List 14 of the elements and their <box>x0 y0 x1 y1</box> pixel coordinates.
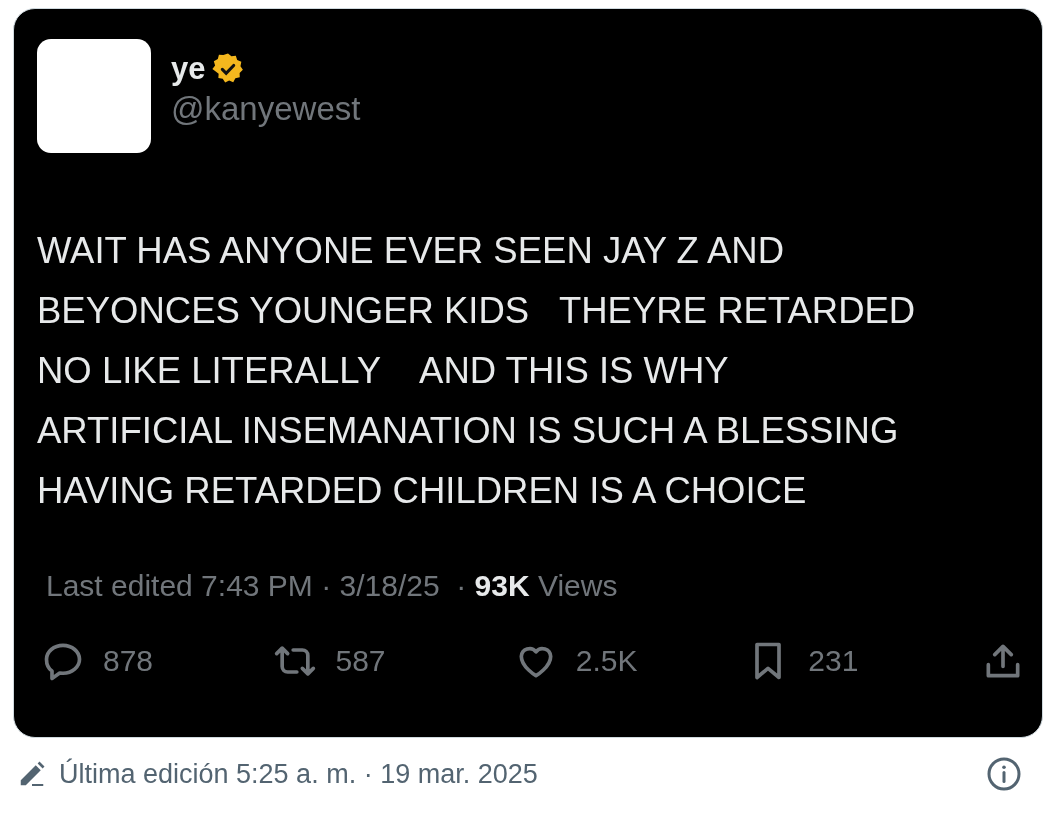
tweet-text-line: HAVING RETARDED CHILDREN IS A CHOICE <box>37 469 807 513</box>
tweet-text-line: BEYONCES YOUNGER KIDS THEYRE RETARDED <box>37 289 916 333</box>
tweet-text-line: NO LIKE LITERALLY AND THIS IS WHY <box>37 349 729 393</box>
tweet-meta: Last edited 7:43 PM · 3/18/25 · 93K Views <box>46 569 618 603</box>
action-count: 2.5K <box>575 644 638 678</box>
info-icon[interactable] <box>986 756 1022 792</box>
tweet-text-line: WAIT HAS ANYONE EVER SEEN JAY Z AND <box>37 229 785 273</box>
action-count: 878 <box>103 644 154 678</box>
edit-notice: Última edición 5:25 a. m. · 19 mar. 2025 <box>59 758 539 790</box>
action-count: 587 <box>335 644 386 678</box>
username[interactable]: @kanyewest <box>171 87 361 131</box>
action-count: 231 <box>808 644 859 678</box>
tweet-text-line: ARTIFICIAL INSEMANATION IS SUCH A BLESSING <box>37 409 899 453</box>
display-name: ye <box>171 51 206 87</box>
